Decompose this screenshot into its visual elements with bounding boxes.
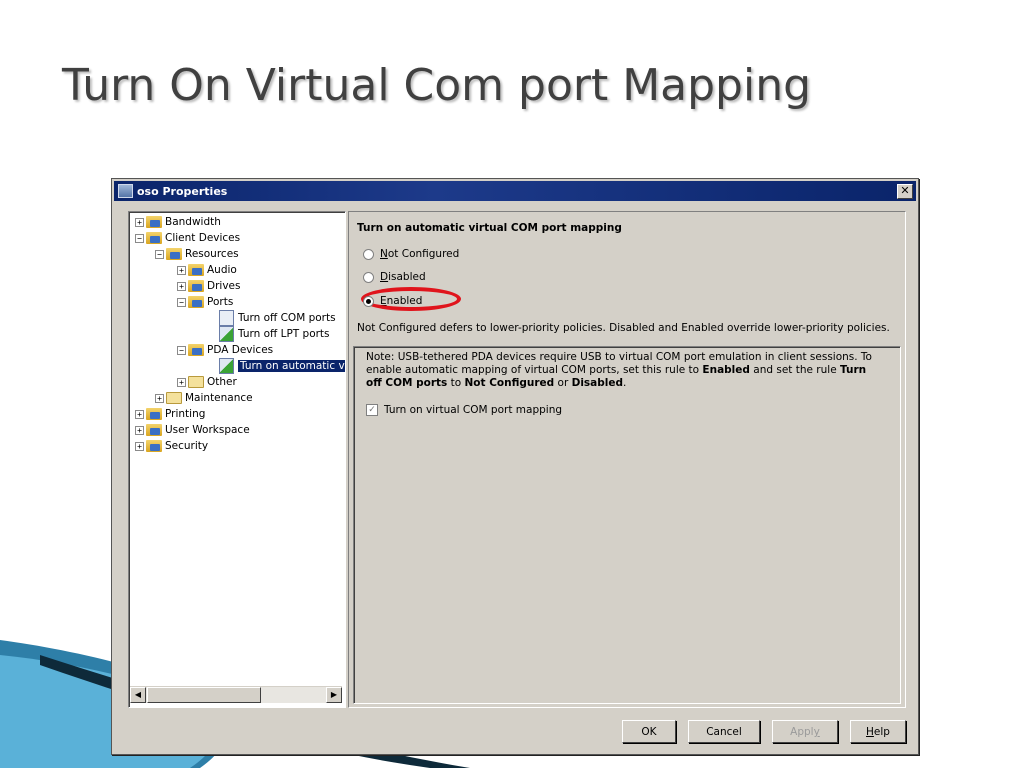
scroll-left-icon[interactable]: ◀ [130, 687, 146, 703]
cancel-button[interactable]: Cancel [688, 720, 760, 743]
folder-icon [146, 232, 162, 244]
policy-icon [219, 310, 234, 326]
slide-title: Turn On Virtual Com port Mapping [62, 60, 812, 111]
tree-item-security[interactable]: + Security [135, 438, 208, 454]
folder-icon [188, 344, 204, 356]
tree-item-turn-on-automatic[interactable]: Turn on automatic v [219, 358, 345, 374]
collapse-icon[interactable]: − [135, 233, 144, 243]
scroll-thumb[interactable] [147, 687, 261, 703]
enabled-policy-icon [219, 358, 234, 374]
tree-item-maintenance[interactable]: + Maintenance [155, 390, 253, 406]
expand-icon[interactable]: + [135, 425, 144, 435]
radio-enabled[interactable]: Enabled [361, 287, 461, 311]
tree-horizontal-scrollbar[interactable]: ◀ ▶ [130, 686, 342, 703]
checkbox-checked-icon: ✓ [366, 404, 378, 416]
tree-item-drives[interactable]: + Drives [177, 278, 240, 294]
folder-icon [188, 280, 204, 292]
ok-button[interactable]: OK [622, 720, 676, 743]
policy-heading: Turn on automatic virtual COM port mappi… [357, 222, 622, 234]
collapse-icon[interactable]: − [177, 345, 186, 355]
tree-item-other[interactable]: + Other [177, 374, 237, 390]
tree-item-bandwidth[interactable]: + Bandwidth [135, 214, 221, 230]
collapse-icon[interactable]: − [155, 249, 164, 259]
expand-icon[interactable]: + [155, 393, 164, 403]
dialog-title: oso Properties [137, 184, 228, 198]
help-button[interactable]: Help [850, 720, 906, 743]
policy-details-pane: Turn on automatic virtual COM port mappi… [348, 211, 906, 708]
policy-explanation-box: Note: USB-tethered PDA devices require U… [353, 346, 901, 704]
tree-item-ports[interactable]: − Ports [177, 294, 233, 310]
folder-icon [166, 392, 182, 404]
dialog-titlebar[interactable]: oso Properties ✕ [114, 181, 916, 201]
folder-icon [146, 424, 162, 436]
tree-item-resources[interactable]: − Resources [155, 246, 239, 262]
explanation-text: Note: USB-tethered PDA devices require U… [366, 351, 872, 389]
collapse-icon[interactable]: − [177, 297, 186, 307]
radio-button[interactable] [363, 295, 374, 307]
policy-description: Not Configured defers to lower-priority … [357, 322, 890, 334]
policy-tree[interactable]: + Bandwidth − Client Devices − Resources… [128, 211, 346, 708]
radio-label: Disabled [380, 271, 426, 283]
folder-icon [188, 376, 204, 388]
tree-item-client-devices[interactable]: − Client Devices [135, 230, 240, 246]
highlight-annotation [361, 287, 461, 311]
tree-item-turn-off-lpt-ports[interactable]: Turn off LPT ports [219, 326, 330, 342]
checkbox-label: Turn on virtual COM port mapping [384, 404, 563, 416]
enabled-policy-icon [219, 326, 234, 342]
radio-disabled[interactable]: Disabled [363, 271, 426, 283]
tree-item-audio[interactable]: + Audio [177, 262, 237, 278]
close-button[interactable]: ✕ [897, 184, 913, 199]
folder-icon [146, 216, 162, 228]
expand-icon[interactable]: + [177, 377, 186, 387]
folder-icon [166, 248, 182, 260]
folder-icon [188, 264, 204, 276]
folder-icon [188, 296, 204, 308]
properties-icon [118, 184, 133, 198]
expand-icon[interactable]: + [177, 265, 186, 275]
expand-icon[interactable]: + [177, 281, 186, 291]
properties-dialog: oso Properties ✕ + Bandwidth − Client De… [111, 178, 919, 755]
tree-item-user-workspace[interactable]: + User Workspace [135, 422, 250, 438]
expand-icon[interactable]: + [135, 409, 144, 419]
scroll-right-icon[interactable]: ▶ [326, 687, 342, 703]
folder-icon [146, 408, 162, 420]
expand-icon[interactable]: + [135, 441, 144, 451]
virtual-com-checkbox-row: ✓ Turn on virtual COM port mapping [366, 404, 562, 416]
radio-button[interactable] [363, 248, 374, 260]
radio-not-configured[interactable]: Not Configured [363, 248, 459, 260]
tree-item-printing[interactable]: + Printing [135, 406, 205, 422]
tree-item-turn-off-com-ports[interactable]: Turn off COM ports [219, 310, 336, 326]
expand-icon[interactable]: + [135, 217, 144, 227]
tree-item-pda-devices[interactable]: − PDA Devices [177, 342, 273, 358]
apply-button[interactable]: Apply [772, 720, 838, 743]
radio-button[interactable] [363, 271, 374, 283]
radio-label: Not Configured [380, 248, 460, 260]
folder-icon [146, 440, 162, 452]
